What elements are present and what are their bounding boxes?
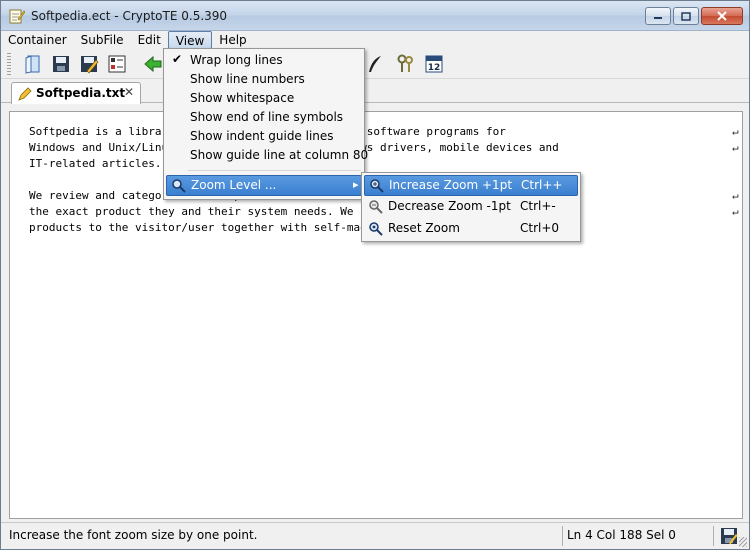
open-book-icon bbox=[25, 55, 40, 74]
open-button[interactable] bbox=[21, 52, 45, 76]
menu-separator bbox=[188, 170, 361, 171]
tab-label: Softpedia.txt bbox=[36, 86, 126, 100]
tab-strip: Softpedia.txt ✕ bbox=[1, 79, 749, 104]
save-as-button[interactable] bbox=[77, 52, 101, 76]
view-menu: ✔ Wrap long lines Show line numbers Show… bbox=[163, 48, 368, 200]
menu-item-show-eol-symbols[interactable]: Show end of line symbols bbox=[166, 108, 362, 127]
zoom-in-icon bbox=[370, 179, 384, 193]
calendar-day: 12 bbox=[428, 63, 441, 73]
menu-item-decrease-zoom[interactable]: Decrease Zoom -1pt Ctrl+- bbox=[364, 197, 578, 218]
toolbar-grip[interactable] bbox=[7, 53, 11, 75]
keys-button[interactable] bbox=[393, 52, 417, 76]
status-bar: Increase the font zoom size by one point… bbox=[1, 522, 749, 549]
tab-softpedia-txt[interactable]: Softpedia.txt ✕ bbox=[11, 82, 141, 104]
caption-buttons bbox=[645, 7, 743, 25]
properties-button[interactable] bbox=[105, 52, 129, 76]
menu-item-show-whitespace[interactable]: Show whitespace bbox=[166, 89, 362, 108]
zoom-out-icon bbox=[369, 200, 383, 214]
shortcut-label: Ctrl++ bbox=[521, 178, 563, 192]
window-title: Softpedia.ect - CryptoTE 0.5.390 bbox=[31, 9, 228, 23]
menu-edit[interactable]: Edit bbox=[131, 31, 168, 49]
wrap-symbol-icon: ↵ bbox=[732, 141, 739, 154]
feather-button[interactable] bbox=[363, 52, 387, 76]
toolbar: 12 bbox=[1, 49, 749, 79]
zoom-submenu: Increase Zoom +1pt Ctrl++ Decrease Zoom … bbox=[361, 172, 581, 242]
menu-help[interactable]: Help bbox=[212, 31, 253, 49]
magnifier-icon bbox=[172, 179, 186, 193]
zoom-reset-icon bbox=[369, 222, 383, 236]
calendar-button[interactable]: 12 bbox=[422, 52, 446, 76]
keys-icon bbox=[397, 54, 413, 72]
back-arrow-icon bbox=[144, 55, 162, 73]
save-status-icon bbox=[721, 528, 738, 545]
menu-subfile[interactable]: SubFile bbox=[74, 31, 131, 49]
tab-close-icon[interactable]: ✕ bbox=[124, 85, 134, 99]
save-as-icon bbox=[81, 56, 99, 74]
back-button[interactable] bbox=[141, 52, 165, 76]
menu-bar: Container SubFile Edit View Help bbox=[1, 31, 749, 49]
editor-line: IT-related articles. bbox=[29, 157, 162, 170]
notepad-pencil-icon bbox=[9, 9, 25, 24]
checkmark-icon: ✔ bbox=[172, 52, 183, 66]
menu-item-reset-zoom[interactable]: Reset Zoom Ctrl+0 bbox=[364, 219, 578, 240]
status-message: Increase the font zoom size by one point… bbox=[9, 528, 258, 542]
menu-item-zoom-level[interactable]: Zoom Level ... ▸ bbox=[166, 175, 362, 196]
wrap-symbol-icon: ↵ bbox=[732, 189, 739, 202]
status-divider bbox=[562, 526, 563, 546]
maximize-button[interactable] bbox=[673, 7, 699, 25]
menu-item-show-line-numbers[interactable]: Show line numbers bbox=[166, 70, 362, 89]
app-window: Softpedia.ect - CryptoTE 0.5.390 Contain… bbox=[0, 0, 750, 550]
submenu-arrow-icon: ▸ bbox=[353, 178, 359, 191]
maximize-icon bbox=[681, 11, 691, 21]
status-divider bbox=[713, 526, 714, 546]
minimize-icon bbox=[654, 17, 662, 19]
save-button[interactable] bbox=[49, 52, 73, 76]
cursor-position: Ln 4 Col 188 Sel 0 bbox=[567, 528, 676, 542]
menu-view[interactable]: View bbox=[167, 31, 213, 49]
menu-container[interactable]: Container bbox=[1, 31, 74, 49]
save-icon bbox=[53, 56, 69, 72]
title-bar[interactable]: Softpedia.ect - CryptoTE 0.5.390 bbox=[1, 1, 749, 31]
wrap-symbol-icon: ↵ bbox=[732, 125, 739, 138]
wrap-symbol-icon: ↵ bbox=[732, 205, 739, 218]
shortcut-label: Ctrl+0 bbox=[520, 221, 560, 235]
menu-item-wrap-long-lines[interactable]: ✔ Wrap long lines bbox=[166, 51, 362, 70]
menu-item-increase-zoom[interactable]: Increase Zoom +1pt Ctrl++ bbox=[364, 175, 578, 196]
menu-item-show-indent-guides[interactable]: Show indent guide lines bbox=[166, 127, 362, 146]
shortcut-label: Ctrl+- bbox=[520, 199, 556, 213]
feather-icon bbox=[369, 56, 381, 72]
close-icon bbox=[717, 11, 727, 21]
pencil-icon bbox=[18, 87, 32, 101]
calendar-icon: 12 bbox=[425, 55, 443, 73]
minimize-button[interactable] bbox=[645, 7, 671, 25]
properties-icon bbox=[108, 55, 126, 73]
resize-grip[interactable] bbox=[739, 537, 747, 547]
close-button[interactable] bbox=[701, 7, 743, 25]
menu-item-show-guide-line[interactable]: Show guide line at column 80 bbox=[166, 146, 368, 165]
